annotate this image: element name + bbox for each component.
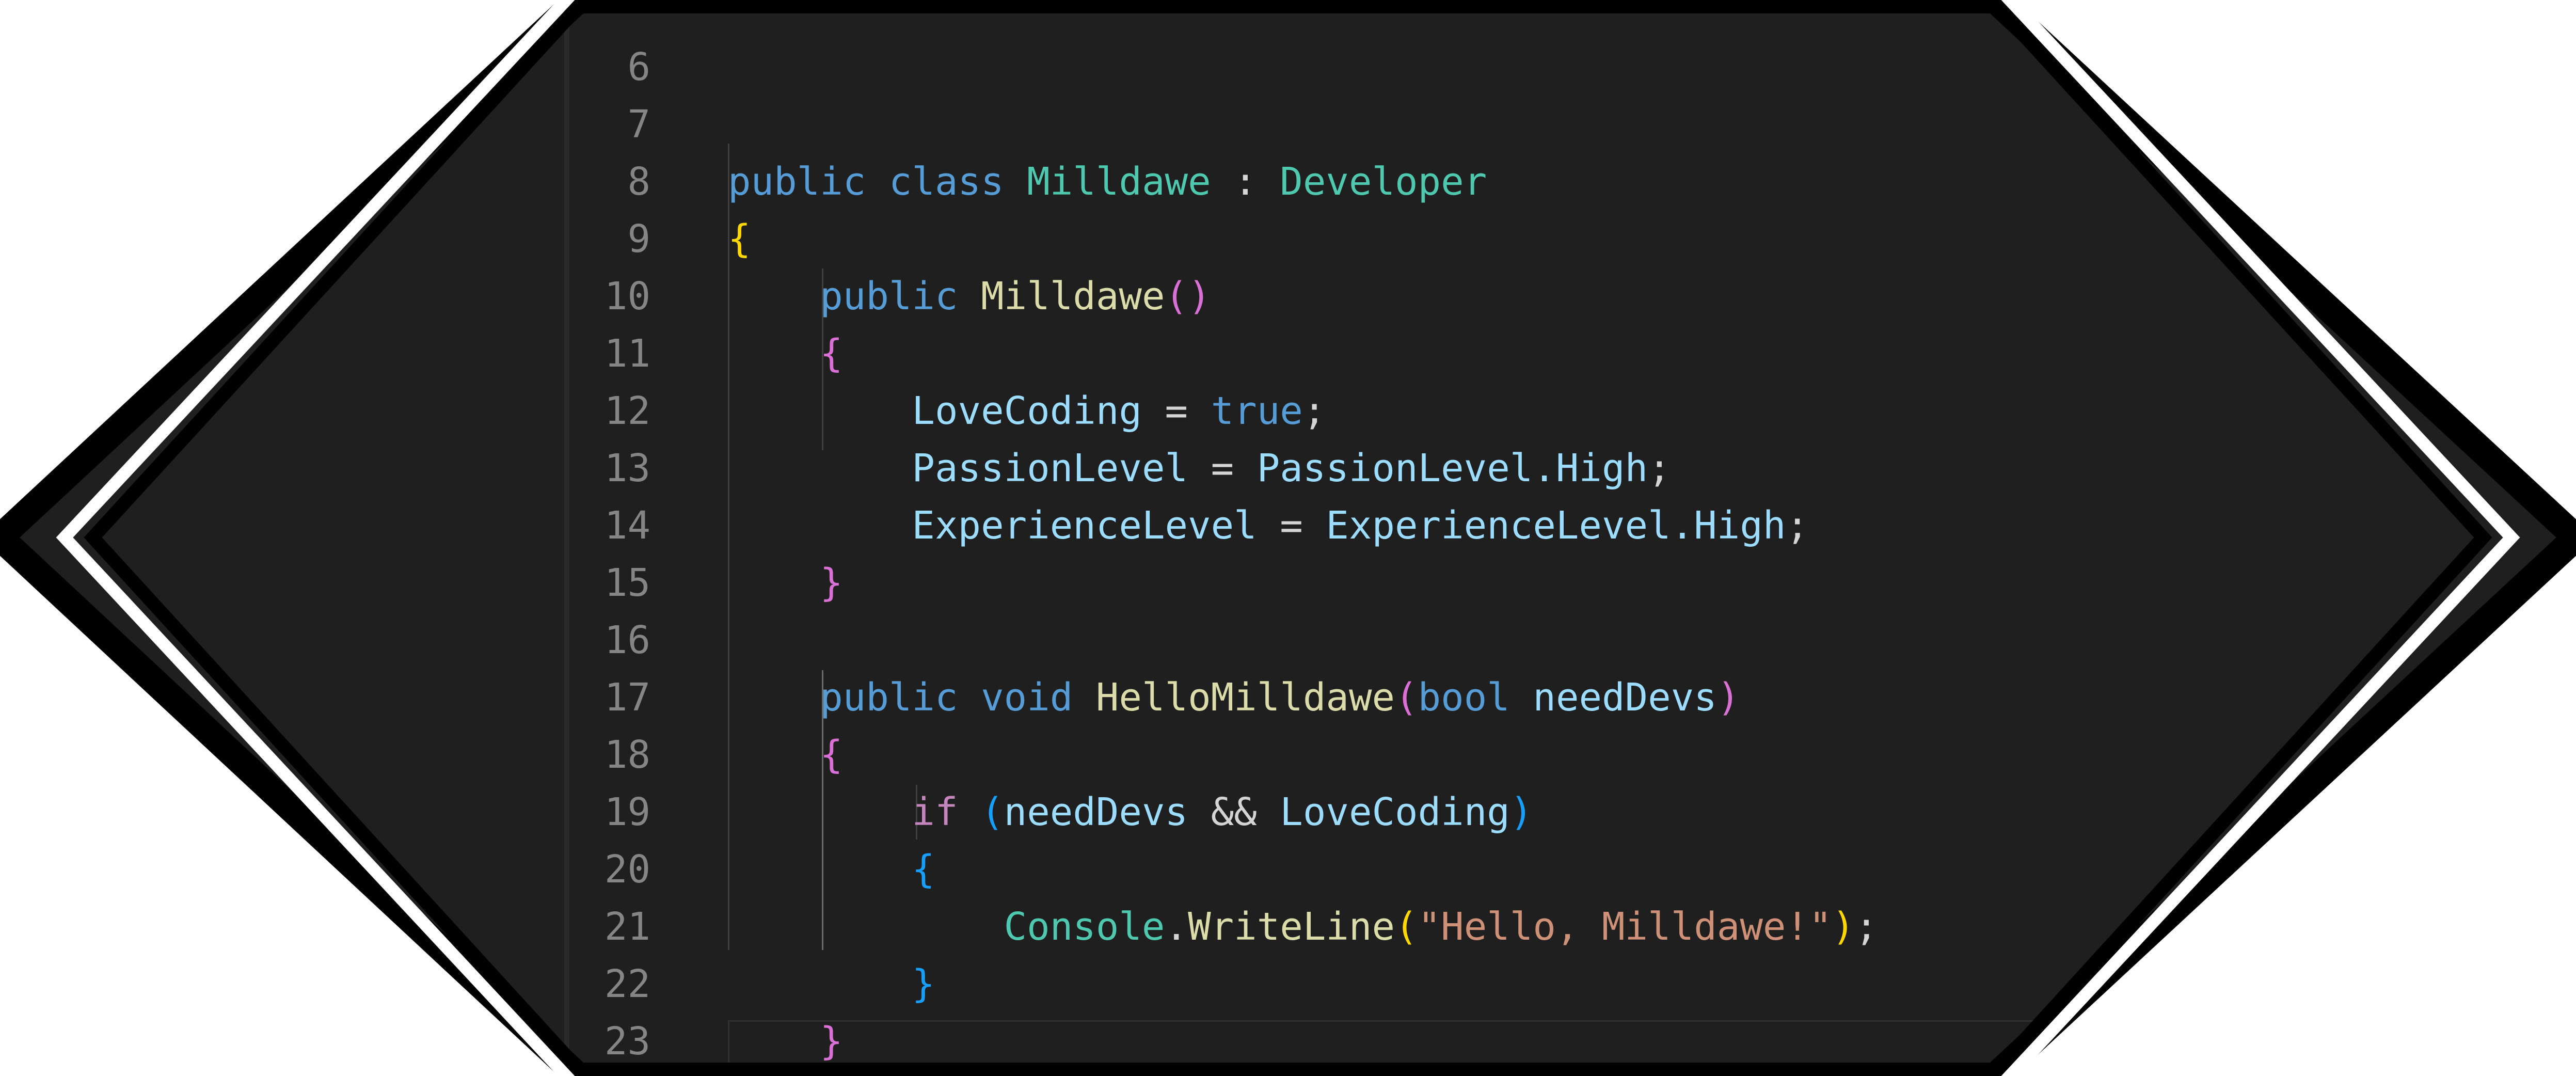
frame-border [0, 0, 2576, 1076]
hexagon-frame: 6 7 public class Milldawe : Developer 8 … [0, 0, 2576, 1076]
